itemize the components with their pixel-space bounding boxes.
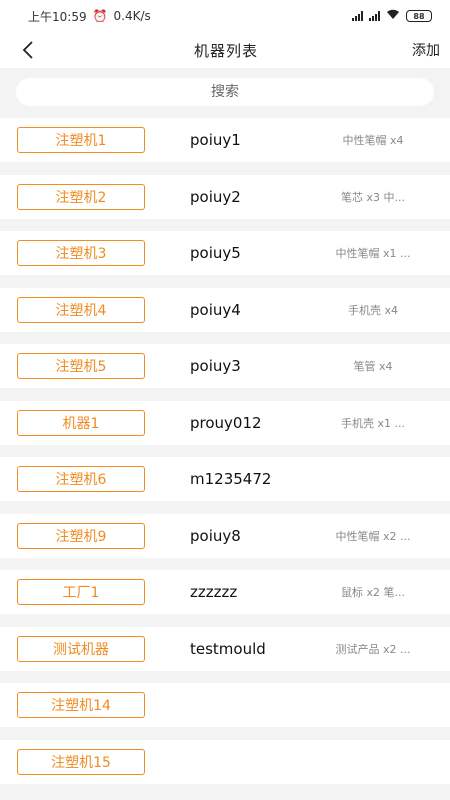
- product-summary: 中性笔帽 x2 ...: [335, 529, 411, 543]
- machine-row[interactable]: 注塑机6 m1235472: [0, 457, 450, 501]
- machine-row[interactable]: 注塑机1 poiuy1 中性笔帽 x4: [0, 118, 450, 162]
- product-summary: 鼠标 x2 笔...: [341, 586, 405, 599]
- machine-name-tag: 注塑机6: [17, 466, 145, 492]
- product-summary: 中性笔帽 x4: [342, 134, 404, 147]
- machine-name-tag: 机器1: [17, 409, 145, 436]
- mold-name: poiuy3: [190, 357, 241, 375]
- product-summary: 测试产品 x2 ...: [335, 642, 411, 656]
- battery-icon: 88: [406, 10, 432, 22]
- machine-name-tag: 注塑机5: [17, 353, 145, 379]
- machine-name-tag: 注塑机9: [17, 522, 145, 549]
- machine-name-tag: 注塑机2: [17, 183, 145, 210]
- mold-name: poiuy4: [190, 300, 241, 319]
- search-bar: [0, 68, 450, 118]
- mold-name: poiuy1: [190, 131, 241, 149]
- back-icon[interactable]: [16, 38, 40, 62]
- machine-name-tag: 注塑机15: [17, 748, 145, 775]
- search-input[interactable]: [16, 78, 434, 106]
- machine-row[interactable]: 注塑机15: [0, 739, 450, 784]
- machine-name-tag: 注塑机4: [17, 296, 145, 323]
- machine-row[interactable]: 注塑机9 poiuy8 中性笔帽 x2 ...: [0, 513, 450, 558]
- machine-row[interactable]: 注塑机3 poiuy5 中性笔帽 x1 ...: [0, 231, 450, 275]
- status-left: 上午10:59 ⏰ 0.4K/s: [28, 8, 151, 25]
- add-button[interactable]: 添加: [412, 40, 440, 60]
- machine-name-tag: 工厂1: [17, 579, 145, 605]
- mold-name: m1235472: [190, 470, 272, 488]
- machine-row[interactable]: 注塑机14: [0, 683, 450, 727]
- product-summary: 笔管 x4: [353, 360, 393, 373]
- machine-list: 注塑机1 poiuy1 中性笔帽 x4 注塑机2 poiuy2 笔芯 x3 中... 注塑机…: [0, 118, 450, 784]
- machine-name-tag: 注塑机1: [17, 127, 145, 153]
- machine-row[interactable]: 机器1 prouy012 手机壳 x1 ...: [0, 400, 450, 445]
- status-bar: 上午10:59 ⏰ 0.4K/s 88: [0, 0, 450, 32]
- alarm-icon: ⏰: [92, 9, 108, 23]
- status-right: 88: [352, 9, 432, 23]
- wifi-icon: [386, 9, 400, 23]
- network-speed: 0.4K/s: [113, 9, 151, 23]
- mold-name: zzzzzz: [190, 583, 238, 601]
- mold-name: testmould: [190, 639, 266, 658]
- product-summary: 手机壳 x4: [347, 303, 398, 317]
- machine-row[interactable]: 注塑机5 poiuy3 笔管 x4: [0, 344, 450, 388]
- signal-icon: [352, 11, 363, 21]
- machine-row[interactable]: 测试机器 testmould 测试产品 x2 ...: [0, 626, 450, 671]
- machine-name-tag: 测试机器: [17, 635, 145, 662]
- nav-bar: 机器列表 添加: [0, 32, 450, 68]
- product-summary: 中性笔帽 x1 ...: [335, 247, 411, 260]
- mold-name: poiuy2: [190, 187, 241, 206]
- mold-name: poiuy8: [190, 526, 241, 545]
- machine-name-tag: 注塑机3: [17, 240, 145, 266]
- page-title: 机器列表: [193, 41, 258, 60]
- machine-row[interactable]: 注塑机4 poiuy4 手机壳 x4: [0, 287, 450, 332]
- status-time: 上午10:59: [28, 9, 87, 24]
- product-summary: 笔芯 x3 中...: [341, 190, 405, 204]
- signal-icon-2: [369, 11, 380, 21]
- mold-name: prouy012: [190, 413, 262, 432]
- machine-row[interactable]: 工厂1 zzzzzz 鼠标 x2 笔...: [0, 570, 450, 614]
- machine-name-tag: 注塑机14: [17, 692, 145, 718]
- machine-row[interactable]: 注塑机2 poiuy2 笔芯 x3 中...: [0, 174, 450, 219]
- mold-name: poiuy5: [190, 244, 241, 262]
- product-summary: 手机壳 x1 ...: [341, 416, 405, 430]
